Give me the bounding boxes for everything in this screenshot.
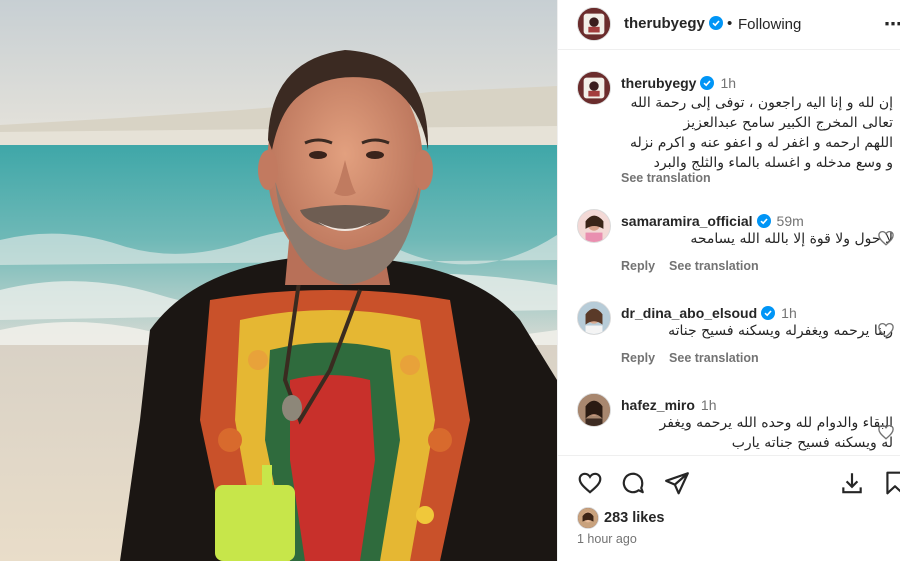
comment-like-icon[interactable]: [877, 321, 895, 339]
likes-count[interactable]: 283 likes: [604, 510, 664, 526]
caption-line: إن لله و إنا اليه راجعون ، توفى إلى رحمة…: [630, 95, 894, 111]
more-options-icon[interactable]: ⋯: [884, 14, 900, 34]
caption-see-translation[interactable]: See translation: [621, 171, 711, 185]
comment-actions: Reply See translation: [621, 351, 773, 365]
caption-line: تعالى المخرج الكبير سامح عبدالعزيز: [683, 115, 893, 131]
reply-button[interactable]: Reply: [621, 351, 655, 365]
header-separator: •: [727, 15, 733, 32]
comments-list[interactable]: therubyegy 1h إن لله و إنا اليه راجعون ، …: [558, 51, 900, 455]
caption-line: اللهم ارحمه و اغفر له و اعفو عنه و اكرم …: [629, 135, 893, 151]
comment-like-icon[interactable]: [877, 229, 895, 247]
caption-avatar[interactable]: [577, 71, 611, 105]
see-translation-button[interactable]: See translation: [669, 259, 759, 273]
share-icon[interactable]: [664, 470, 690, 496]
post-detail-panel: therubyegy • Following ⋯ therubyegy 1h إن…: [557, 0, 900, 561]
commenter-username[interactable]: samaramira_official 59m: [621, 213, 804, 229]
commenter-username[interactable]: dr_dina_abo_elsoud 1h: [621, 305, 797, 321]
post-header: therubyegy • Following ⋯: [558, 0, 900, 50]
commenter-avatar[interactable]: [577, 209, 611, 243]
see-translation-button[interactable]: See translation: [669, 351, 759, 365]
comment-line: البقاء والدوام لله وحده الله يرحمه ويغفر: [659, 415, 894, 431]
post-photo[interactable]: [0, 0, 557, 561]
comment-text: ربنا يرحمه ويغفرله ويسكنه فسيح جناته: [668, 323, 893, 339]
post-photo-image: [0, 0, 557, 561]
verified-badge-icon: [761, 306, 776, 320]
verified-badge-icon: [756, 214, 771, 228]
commenter-avatar[interactable]: [577, 301, 611, 335]
comment-time: 1h: [700, 397, 717, 413]
download-icon[interactable]: [839, 470, 865, 496]
author-avatar[interactable]: [577, 7, 611, 41]
commenter-username[interactable]: hafez_miro 1h: [621, 397, 717, 413]
post-actions: 283 likes 1 hour ago: [558, 455, 900, 561]
comment-text: البقاء والدوام لله وحده الله يرحمه ويغفر…: [621, 413, 894, 453]
verified-badge-icon: [708, 16, 723, 30]
comment-text: لا حول ولا قوة إلا بالله الله يسامحه: [690, 231, 893, 247]
caption-time: 1h: [720, 75, 737, 91]
comment-time: 1h: [781, 305, 797, 321]
commenter-avatar[interactable]: [577, 393, 611, 427]
comment-line: له ويسكنه فسيح جناته يارب: [731, 435, 893, 451]
verified-badge-icon: [700, 76, 715, 90]
like-icon[interactable]: [577, 470, 603, 496]
liker-avatar: [577, 507, 599, 529]
comment-actions: Reply See translation: [621, 259, 773, 273]
comment-time: 59m: [776, 213, 804, 229]
caption-line: و وسع مدخله و اغسله بالماء والثلج والبرد: [653, 155, 893, 171]
bookmark-icon[interactable]: [882, 470, 900, 496]
post-timestamp[interactable]: 1 hour ago: [577, 532, 637, 546]
reply-button[interactable]: Reply: [621, 259, 655, 273]
comment-icon[interactable]: [620, 470, 646, 496]
author-username[interactable]: therubyegy: [624, 15, 723, 32]
following-button[interactable]: Following: [738, 16, 801, 33]
caption-username[interactable]: therubyegy 1h: [621, 75, 736, 91]
comment-like-icon[interactable]: [877, 423, 895, 441]
caption-text: إن لله و إنا اليه راجعون ، توفى إلى رحمة…: [621, 93, 893, 173]
